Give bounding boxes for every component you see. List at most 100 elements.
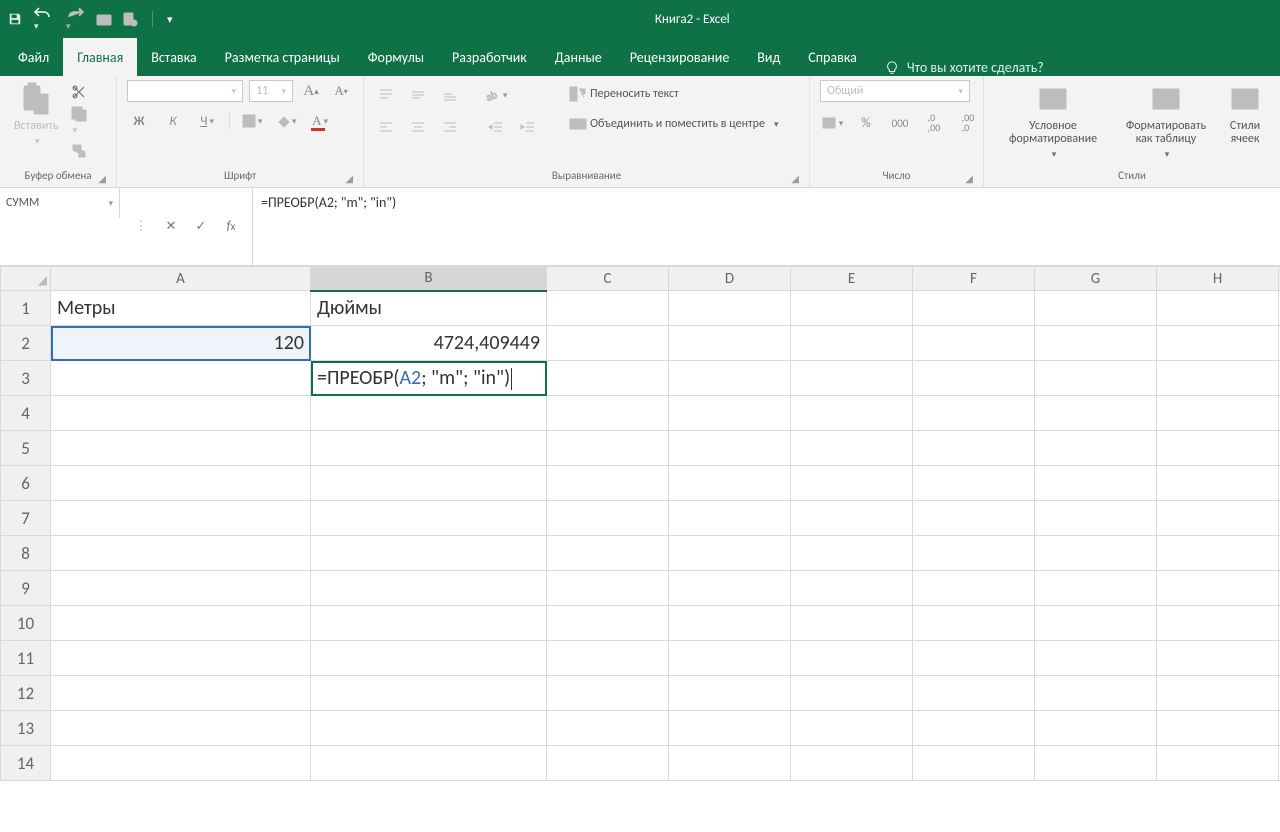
col-header-E[interactable]: E bbox=[791, 267, 913, 291]
cell-D9[interactable] bbox=[669, 571, 791, 606]
cell-G13[interactable] bbox=[1035, 711, 1157, 746]
cell-C2[interactable] bbox=[547, 326, 669, 361]
cell-G4[interactable] bbox=[1035, 396, 1157, 431]
cell-A8[interactable] bbox=[51, 536, 311, 571]
row-header-13[interactable]: 13 bbox=[1, 711, 51, 746]
cell-C12[interactable] bbox=[547, 676, 669, 711]
cell-E3[interactable] bbox=[791, 361, 913, 396]
cell-G7[interactable] bbox=[1035, 501, 1157, 536]
cell-G5[interactable] bbox=[1035, 431, 1157, 466]
tab-insert[interactable]: Вставка bbox=[137, 38, 210, 76]
cell-F5[interactable] bbox=[913, 431, 1035, 466]
cell-A6[interactable] bbox=[51, 466, 311, 501]
cell-B4[interactable] bbox=[311, 396, 547, 431]
col-header-B[interactable]: B bbox=[311, 267, 547, 291]
cell-A4[interactable] bbox=[51, 396, 311, 431]
cell-H6[interactable] bbox=[1157, 466, 1279, 501]
spreadsheet-grid[interactable]: ◢ A B C D E F G H 1МетрыДюймы21204724,40… bbox=[0, 266, 1280, 781]
cell-C9[interactable] bbox=[547, 571, 669, 606]
cell-B8[interactable] bbox=[311, 536, 547, 571]
cell-C3[interactable] bbox=[547, 361, 669, 396]
row-3[interactable]: 3 =ПРЕОБР(A2; "m"; "in") bbox=[1, 361, 1280, 396]
cell-E1[interactable] bbox=[791, 291, 913, 326]
tab-developer[interactable]: Разработчик bbox=[438, 38, 541, 76]
cell-E9[interactable] bbox=[791, 571, 913, 606]
row-10[interactable]: 10 bbox=[1, 606, 1280, 641]
row-header-5[interactable]: 5 bbox=[1, 431, 51, 466]
row-header-2[interactable]: 2 bbox=[1, 326, 51, 361]
cell-F9[interactable] bbox=[913, 571, 1035, 606]
cell-H8[interactable] bbox=[1157, 536, 1279, 571]
row-header-8[interactable]: 8 bbox=[1, 536, 51, 571]
cell-C10[interactable] bbox=[547, 606, 669, 641]
cell-D1[interactable] bbox=[669, 291, 791, 326]
row-header-3[interactable]: 3 bbox=[1, 361, 51, 396]
cell-A5[interactable] bbox=[51, 431, 311, 466]
tab-help[interactable]: Справка bbox=[794, 38, 871, 76]
cell-G9[interactable] bbox=[1035, 571, 1157, 606]
cell-C14[interactable] bbox=[547, 746, 669, 781]
cell-A12[interactable] bbox=[51, 676, 311, 711]
cell-D13[interactable] bbox=[669, 711, 791, 746]
formula-input[interactable]: =ПРЕОБР(A2; "m"; "in") bbox=[253, 188, 1280, 265]
tell-me[interactable]: Что вы хотите сделать? bbox=[885, 59, 1044, 76]
cell-G10[interactable] bbox=[1035, 606, 1157, 641]
cell-A14[interactable] bbox=[51, 746, 311, 781]
cell-F11[interactable] bbox=[913, 641, 1035, 676]
cell-A2[interactable]: 120 bbox=[51, 326, 311, 361]
row-1[interactable]: 1МетрыДюймы bbox=[1, 291, 1280, 326]
row-6[interactable]: 6 bbox=[1, 466, 1280, 501]
cell-E4[interactable] bbox=[791, 396, 913, 431]
row-5[interactable]: 5 bbox=[1, 431, 1280, 466]
cell-B5[interactable] bbox=[311, 431, 547, 466]
cell-F10[interactable] bbox=[913, 606, 1035, 641]
cell-H11[interactable] bbox=[1157, 641, 1279, 676]
dialog-launcher-icon[interactable]: ◢ bbox=[98, 172, 106, 185]
tab-formulas[interactable]: Формулы bbox=[354, 38, 438, 76]
tab-file[interactable]: Файл bbox=[4, 38, 63, 76]
row-header-14[interactable]: 14 bbox=[1, 746, 51, 781]
cell-D10[interactable] bbox=[669, 606, 791, 641]
cell-B13[interactable] bbox=[311, 711, 547, 746]
cell-G2[interactable] bbox=[1035, 326, 1157, 361]
tab-home[interactable]: Главная bbox=[63, 38, 137, 76]
cell-H3[interactable] bbox=[1157, 361, 1279, 396]
cell-B6[interactable] bbox=[311, 466, 547, 501]
select-all-corner[interactable]: ◢ bbox=[1, 267, 51, 291]
cell-D6[interactable] bbox=[669, 466, 791, 501]
cell-C11[interactable] bbox=[547, 641, 669, 676]
col-header-C[interactable]: C bbox=[547, 267, 669, 291]
cell-F1[interactable] bbox=[913, 291, 1035, 326]
cell-H1[interactable] bbox=[1157, 291, 1279, 326]
cell-B1[interactable]: Дюймы bbox=[311, 291, 547, 326]
row-8[interactable]: 8 bbox=[1, 536, 1280, 571]
name-box[interactable]: СУММ▾ bbox=[0, 188, 120, 218]
cell-F6[interactable] bbox=[913, 466, 1035, 501]
cell-B9[interactable] bbox=[311, 571, 547, 606]
cell-C6[interactable] bbox=[547, 466, 669, 501]
row-13[interactable]: 13 bbox=[1, 711, 1280, 746]
cell-E5[interactable] bbox=[791, 431, 913, 466]
cell-G12[interactable] bbox=[1035, 676, 1157, 711]
cell-A9[interactable] bbox=[51, 571, 311, 606]
cell-C4[interactable] bbox=[547, 396, 669, 431]
cell-E12[interactable] bbox=[791, 676, 913, 711]
col-header-D[interactable]: D bbox=[669, 267, 791, 291]
cell-B3[interactable]: =ПРЕОБР(A2; "m"; "in") bbox=[311, 361, 547, 396]
col-header-F[interactable]: F bbox=[913, 267, 1035, 291]
cell-E10[interactable] bbox=[791, 606, 913, 641]
cell-F4[interactable] bbox=[913, 396, 1035, 431]
cell-D2[interactable] bbox=[669, 326, 791, 361]
column-headers[interactable]: ◢ A B C D E F G H bbox=[1, 267, 1280, 291]
cell-B12[interactable] bbox=[311, 676, 547, 711]
cell-B11[interactable] bbox=[311, 641, 547, 676]
cell-C13[interactable] bbox=[547, 711, 669, 746]
cell-F13[interactable] bbox=[913, 711, 1035, 746]
row-12[interactable]: 12 bbox=[1, 676, 1280, 711]
cell-C7[interactable] bbox=[547, 501, 669, 536]
cell-D14[interactable] bbox=[669, 746, 791, 781]
cell-H9[interactable] bbox=[1157, 571, 1279, 606]
row-14[interactable]: 14 bbox=[1, 746, 1280, 781]
cell-D8[interactable] bbox=[669, 536, 791, 571]
cell-H10[interactable] bbox=[1157, 606, 1279, 641]
